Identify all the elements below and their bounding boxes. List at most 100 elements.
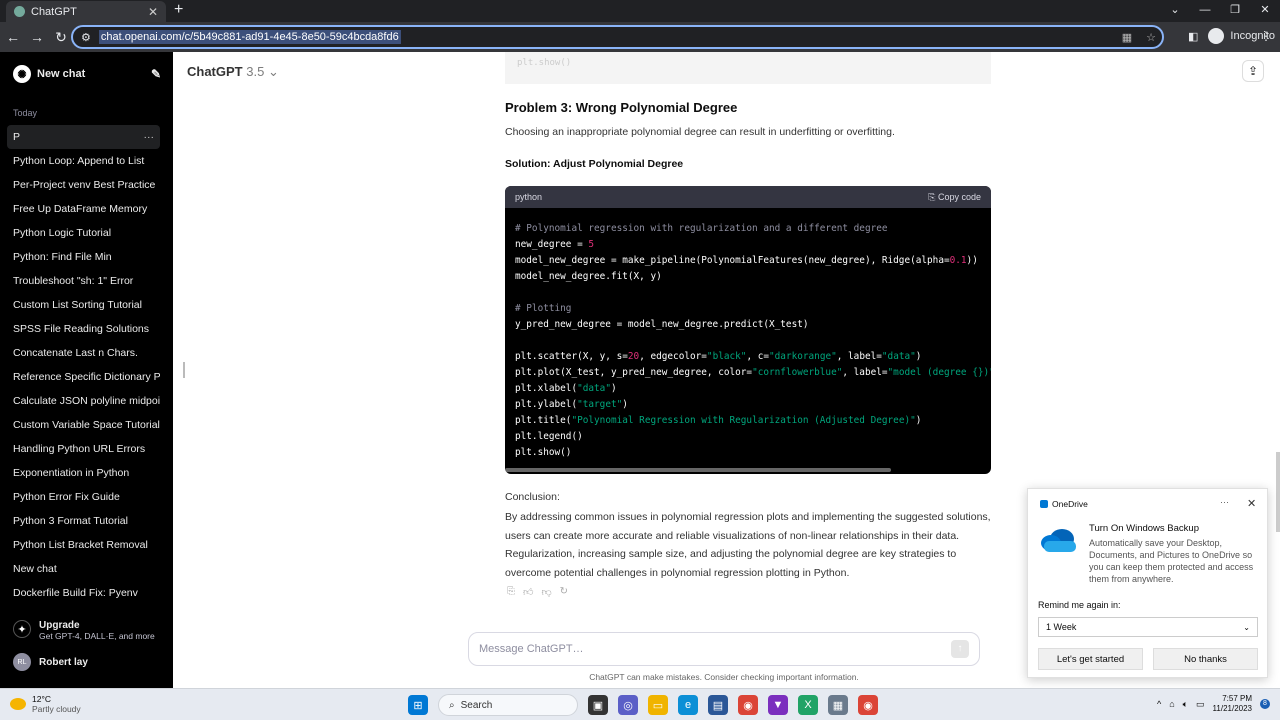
copy-icon[interactable]: ⎘ — [507, 586, 515, 598]
chevron-up-icon[interactable]: ^ — [1157, 699, 1161, 709]
notification-badge[interactable]: 8 — [1260, 699, 1270, 709]
copy-code-button[interactable]: ⎘ Copy code — [928, 192, 981, 203]
notification-body: Automatically save your Desktop, Documen… — [1089, 538, 1254, 584]
onedrive-notification: OneDrive ··· ✕ Turn On Windows Backup Au… — [1027, 488, 1268, 678]
close-icon[interactable]: ✕ — [1247, 497, 1256, 510]
message-actions: ⎘ 👍︎ 👎︎ ↻ — [507, 586, 568, 598]
message-input[interactable]: Message ChatGPT… ↑ — [468, 632, 980, 666]
chat-icon[interactable]: ◎ — [618, 695, 638, 715]
share-button[interactable]: ⇪ — [1242, 60, 1264, 82]
send-button[interactable]: ↑ — [951, 640, 969, 658]
chrome-active-icon[interactable]: ◉ — [858, 695, 878, 715]
chevron-down-icon: ⌄ — [267, 64, 279, 79]
file-explorer-icon[interactable]: ▭ — [648, 695, 668, 715]
temperature: 12°C — [32, 694, 51, 704]
sidebar-history-item[interactable]: Concatenate Last n Chars. — [7, 341, 160, 365]
network-icon[interactable]: ⌂ — [1169, 699, 1174, 709]
date: 11/21/2023 — [1212, 704, 1252, 713]
site-info-icon[interactable]: ⚙ — [81, 31, 91, 44]
volume-icon[interactable]: 🔈︎ — [1183, 699, 1188, 710]
task-view-icon[interactable]: ▣ — [588, 695, 608, 715]
restore-icon[interactable]: ❐ — [1220, 0, 1250, 20]
omnibox[interactable]: ⚙ chat.openai.com/c/5b49c881-ad91-4e45-8… — [71, 25, 1164, 49]
sidebar-history-item[interactable]: Calculate JSON polyline midpoint — [7, 389, 160, 413]
edge-icon[interactable]: e — [678, 695, 698, 715]
sidebar-history-item[interactable]: Troubleshoot "sh: 1" Error — [7, 269, 160, 293]
clock[interactable]: 7:57 PM 11/21/2023 — [1213, 694, 1252, 714]
sidebar-history-item[interactable]: Custom List Sorting Tutorial — [7, 293, 160, 317]
history-item-label: Dockerfile Build Fix: Pyenv — [13, 587, 138, 599]
bookmark-star-icon[interactable]: ☆ — [1146, 31, 1156, 44]
sidebar: ✺ New chat ✎ Today P ··· Python Loop: Appe… — [0, 52, 173, 688]
chrome-icon[interactable]: ◉ — [738, 695, 758, 715]
clipboard-icon: ⎘ — [928, 191, 936, 202]
reload-icon[interactable]: ↻ — [50, 29, 72, 46]
store-icon[interactable]: ▤ — [708, 695, 728, 715]
sidebar-toggle-handle[interactable] — [183, 362, 185, 378]
partly-cloudy-icon — [10, 698, 26, 710]
sidebar-history-item[interactable]: Python Error Fix Guide — [7, 485, 160, 509]
vpn-icon[interactable]: ▼ — [768, 695, 788, 715]
sidebar-history-item[interactable]: P ··· — [7, 125, 160, 149]
code-horizontal-scrollbar[interactable] — [505, 468, 891, 472]
sidebar-history-item[interactable]: Free Up DataFrame Memory — [7, 197, 160, 221]
page-scrollbar[interactable] — [1276, 452, 1280, 532]
thumbs-down-icon[interactable]: 👎︎ — [541, 586, 551, 598]
close-window-icon[interactable]: ✕ — [1250, 0, 1280, 20]
weather-widget[interactable]: 12°C Partly cloudy — [10, 694, 81, 714]
code-language: python — [515, 192, 543, 202]
sidebar-history-item[interactable]: Exponentiation in Python — [7, 461, 160, 485]
sidebar-history-item[interactable]: New chat — [7, 557, 160, 581]
minimize-icon[interactable]: — — [1190, 0, 1220, 20]
section-heading: Problem 3: Wrong Polynomial Degree — [505, 100, 738, 115]
new-tab-button[interactable]: + — [174, 1, 183, 19]
window-controls: ⌄ — ❐ ✕ — [1160, 0, 1280, 20]
sidebar-history-item[interactable]: Python List Bracket Removal — [7, 533, 160, 557]
more-options-icon[interactable]: ··· — [1220, 497, 1229, 507]
excel-icon[interactable]: X — [798, 695, 818, 715]
lets-get-started-button[interactable]: Let's get started — [1038, 648, 1143, 670]
code-block: python ⎘ Copy code # Polynomial regressi… — [505, 186, 991, 474]
start-icon[interactable]: ⊞ — [408, 695, 428, 715]
edit-icon[interactable]: ✎ — [151, 67, 161, 81]
sidebar-history-item[interactable]: Python: Find File Min — [7, 245, 160, 269]
qr-icon[interactable]: ▦ — [1122, 31, 1132, 44]
incognito-icon — [1208, 28, 1225, 44]
history-item-label: Python List Bracket Removal — [13, 539, 148, 551]
side-panel-icon[interactable]: ◧ — [1188, 30, 1198, 43]
model-name: ChatGPT — [187, 64, 243, 79]
sidebar-history-item[interactable]: Per-Project venv Best Practice — [7, 173, 160, 197]
sidebar-history-item[interactable]: Python 3 Format Tutorial — [7, 509, 160, 533]
sidebar-history-item[interactable]: Python Logic Tutorial — [7, 221, 160, 245]
history-item-label: Troubleshoot "sh: 1" Error — [13, 275, 134, 287]
taskbar-search[interactable]: ⌕ Search — [438, 694, 578, 716]
no-thanks-button[interactable]: No thanks — [1153, 648, 1258, 670]
browser-tab[interactable]: ChatGPT ✕ — [6, 1, 166, 22]
browser-menu-icon[interactable]: ⋮ — [1260, 29, 1272, 43]
tab-search-icon[interactable]: ⌄ — [1160, 0, 1190, 20]
new-chat-button[interactable]: ✺ New chat ✎ — [13, 65, 161, 83]
sidebar-history-item[interactable]: Dockerfile Build Fix: Pyenv — [7, 581, 160, 605]
battery-icon[interactable]: ▭ — [1196, 699, 1205, 710]
app-icon[interactable]: ▦ — [828, 695, 848, 715]
remind-select[interactable]: 1 Week ⌄ — [1038, 617, 1258, 637]
sidebar-history-item[interactable]: Python Loop: Append to List — [7, 149, 160, 173]
url-text[interactable]: chat.openai.com/c/5b49c881-ad91-4e45-8e5… — [98, 30, 401, 44]
forward-icon[interactable]: → — [26, 29, 48, 45]
sidebar-history-item[interactable]: Reference Specific Dictionary Pa — [7, 365, 160, 389]
chevron-down-icon: ⌄ — [1243, 622, 1250, 632]
app-name: OneDrive — [1052, 499, 1088, 509]
share-icon: ⇪ — [1247, 64, 1259, 78]
sidebar-history-item[interactable]: SPSS File Reading Solutions — [7, 317, 160, 341]
sidebar-history-item[interactable]: Custom Variable Space Tutorial — [7, 413, 160, 437]
close-tab-icon[interactable]: ✕ — [148, 5, 158, 19]
user-menu[interactable]: RL Robert lay — [13, 653, 88, 671]
more-options-icon[interactable]: ··· — [144, 125, 161, 149]
upgrade-button[interactable]: ✦ Upgrade Get GPT-4, DALL·E, and more — [13, 620, 163, 641]
remind-label: Remind me again in: — [1038, 600, 1121, 610]
back-icon[interactable]: ← — [2, 29, 24, 45]
regenerate-icon[interactable]: ↻ — [560, 586, 568, 598]
model-selector[interactable]: ChatGPT 3.5 ⌄ — [187, 64, 279, 80]
thumbs-up-icon[interactable]: 👍︎ — [523, 586, 533, 598]
sidebar-history-item[interactable]: Handling Python URL Errors — [7, 437, 160, 461]
